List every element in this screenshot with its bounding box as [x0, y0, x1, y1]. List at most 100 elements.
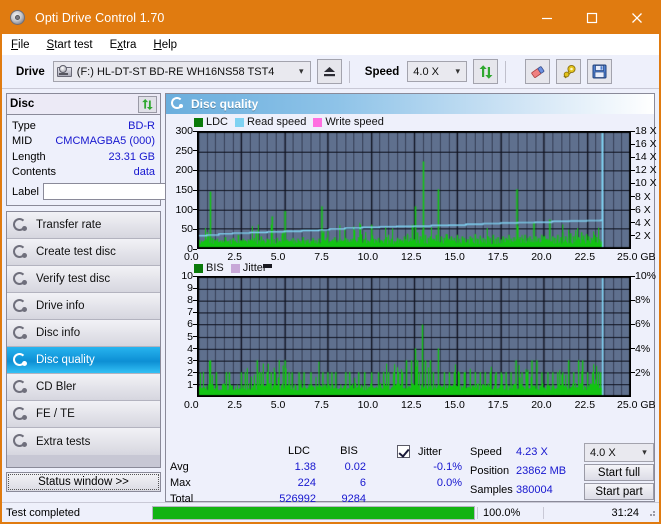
axis-tick-label: 150 — [175, 184, 193, 196]
close-icon[interactable] — [614, 2, 659, 34]
axis-tick — [631, 324, 635, 325]
menu-start-test[interactable]: Start test — [47, 39, 93, 51]
axis-tick-label: 12.5 — [401, 251, 421, 263]
disc-row-length-value: 23.31 GB — [109, 151, 155, 163]
speed-select[interactable]: 4.0 X ▾ — [407, 61, 467, 82]
stats-header-ldc: LDC — [282, 445, 316, 457]
axis-tick-label: 25.0 GB — [617, 399, 656, 411]
legend-bis-label: BIS — [206, 262, 224, 274]
axis-tick — [193, 336, 197, 337]
disc-row-contents-key: Contents — [12, 166, 56, 178]
stats-position-label: Position — [470, 465, 509, 477]
axis-tick-label: 6% — [635, 318, 650, 330]
content-column: Disc quality LDC Read speed — [165, 93, 655, 502]
stats-samples-label: Samples — [470, 484, 513, 496]
save-button[interactable] — [587, 59, 612, 84]
legend-swatch-ldc — [194, 118, 203, 127]
axis-tick — [193, 288, 197, 289]
progress-bar — [152, 506, 475, 520]
jitter-checkbox[interactable] — [397, 445, 410, 458]
drive-select[interactable]: (F:) HL-DT-ST BD-RE WH16NS58 TST4 ▾ — [53, 61, 311, 82]
axis-tick-label: 12.5 — [401, 399, 421, 411]
title-bar: Opti Drive Control 1.70 — [2, 2, 659, 34]
disc-panel-title: Disc — [10, 98, 34, 110]
sidebar-item-fe-te[interactable]: FE / TE — [7, 401, 160, 428]
window-title: Opti Drive Control 1.70 — [35, 11, 164, 25]
menu-help[interactable]: Help — [153, 39, 177, 51]
status-message: Test completed — [2, 507, 152, 519]
axis-tick — [193, 209, 197, 210]
sidebar-item-cd-bler[interactable]: CD Bler — [7, 374, 160, 401]
axis-tick-label: 7.5 — [314, 251, 329, 263]
resize-grip-icon[interactable] — [647, 508, 657, 518]
axis-tick-label: 18 X — [635, 125, 657, 137]
disc-refresh-button[interactable] — [138, 96, 157, 113]
stats-speed-select[interactable]: 4.0 X ▾ — [584, 443, 654, 462]
sidebar-item-create-test-disc[interactable]: Create test disc — [7, 239, 160, 266]
toolbar-divider-2 — [505, 61, 506, 83]
axis-tick-label: 8 X — [635, 191, 651, 203]
sidebar-item-drive-info[interactable]: Drive info — [7, 293, 160, 320]
menu-extra[interactable]: Extra — [110, 39, 137, 51]
sidebar-item-disc-quality[interactable]: Disc quality — [7, 347, 160, 374]
axis-tick — [193, 348, 197, 349]
sidebar-item-verify-test-disc[interactable]: Verify test disc — [7, 266, 160, 293]
disc-row-length-key: Length — [12, 151, 46, 163]
menu-bar: File Start test Extra Help — [2, 34, 659, 55]
disc-icon — [13, 407, 28, 422]
axis-tick-label: 0.0 — [184, 399, 199, 411]
sidebar-item-disc-info[interactable]: Disc info — [7, 320, 160, 347]
drive-icon — [57, 65, 73, 78]
sidebar-item-extra-tests[interactable]: Extra tests — [7, 428, 160, 455]
start-full-button[interactable]: Start full — [584, 464, 654, 481]
disc-panel-header: Disc — [7, 94, 160, 115]
chart1-legend: LDC Read speed Write speed — [194, 116, 391, 128]
axis-tick-label: 2 X — [635, 230, 651, 242]
test-nav-list: Transfer rate Create test disc Verify te… — [6, 211, 161, 468]
eject-button[interactable] — [317, 59, 342, 84]
sidebar-item-transfer-rate[interactable]: Transfer rate — [7, 212, 160, 239]
page-title: Disc quality — [191, 97, 258, 111]
refresh-button[interactable] — [473, 59, 498, 84]
axis-tick-label: 10.0 — [358, 251, 378, 263]
axis-tick-label: 2.5 — [227, 399, 242, 411]
axis-tick-label: 20.0 — [531, 251, 551, 263]
toolbar-divider-1 — [349, 61, 350, 83]
maximize-icon[interactable] — [569, 2, 614, 34]
menu-start-test-rest: tart test — [54, 39, 92, 51]
menu-extra-rest: tra — [123, 39, 136, 51]
disc-row-type-value: BD-R — [128, 120, 155, 132]
stats-speed-label: Speed — [470, 446, 502, 458]
axis-tick-label: 22.5 — [575, 399, 595, 411]
status-window-button[interactable]: Status window >> — [6, 472, 161, 492]
axis-tick-label: 12 X — [635, 164, 657, 176]
stats-panel: LDC BIS Avg Max Total 1.38 224 526992 0.… — [166, 443, 654, 501]
axis-tick-label: 17.5 — [488, 399, 508, 411]
axis-tick-label: 25.0 GB — [617, 251, 656, 263]
key-button[interactable] — [556, 59, 581, 84]
disc-icon — [13, 434, 28, 449]
nav-spacer — [7, 455, 160, 467]
legend-swatch-jitter — [231, 264, 240, 273]
axis-tick — [631, 372, 635, 373]
legend-write-speed-label: Write speed — [325, 116, 384, 128]
axis-tick-label: 7.5 — [314, 399, 329, 411]
axis-tick — [631, 348, 635, 349]
disc-icon — [13, 272, 28, 287]
minimize-icon[interactable] — [524, 2, 569, 34]
eraser-button[interactable] — [525, 59, 550, 84]
menu-file[interactable]: File — [11, 39, 30, 51]
axis-tick — [631, 144, 635, 145]
disc-panel: Disc Type BD-R MID CMCM — [6, 93, 161, 206]
axis-tick-label: 20.0 — [531, 399, 551, 411]
disc-icon — [13, 245, 28, 260]
stats-speed-value: 4.23 X — [516, 446, 576, 458]
axis-tick — [193, 131, 197, 132]
disc-row-mid-key: MID — [12, 135, 32, 147]
sidebar-item-label: FE / TE — [36, 408, 75, 420]
legend-swatch-bis — [194, 264, 203, 273]
stats-ldc-max: 224 — [256, 477, 316, 489]
start-part-button[interactable]: Start part — [584, 483, 654, 500]
axis-tick-label: 10% — [635, 270, 656, 282]
axis-tick — [193, 170, 197, 171]
